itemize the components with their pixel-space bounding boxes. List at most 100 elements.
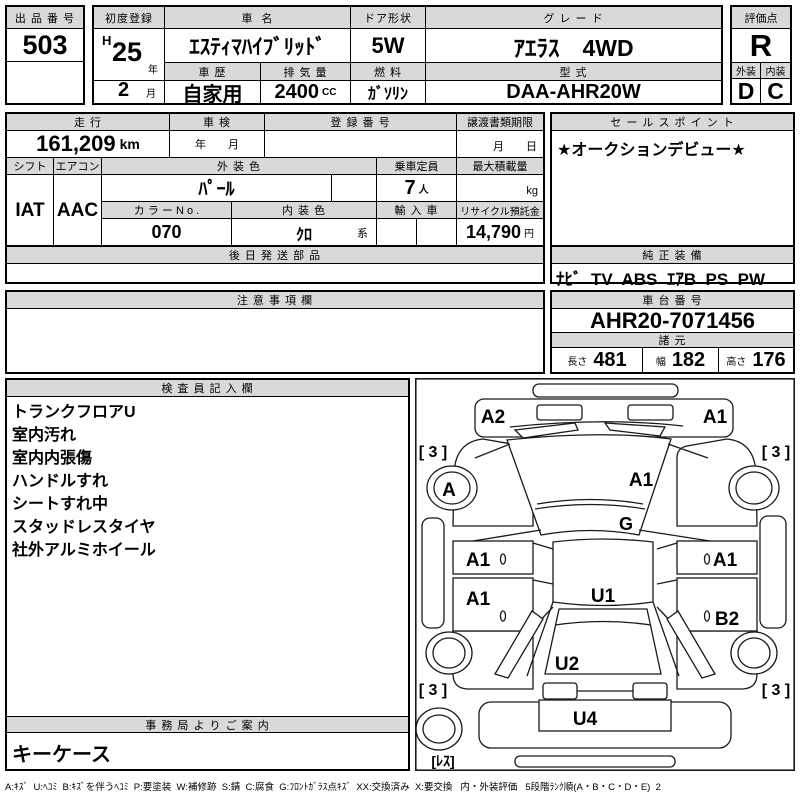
inspector-label: 検 査 員 記 入 欄 bbox=[7, 380, 408, 397]
equipment-box: 純 正 装 備 ﾅﾋﾞ TV ABS ｴｱB PS PW bbox=[550, 245, 795, 289]
interior-color-name: ｸﾛ bbox=[295, 226, 312, 244]
rear-right-wheel-inner bbox=[737, 637, 771, 669]
inspector-line: シートすれ中 bbox=[12, 496, 109, 513]
model-code-value: DAA-AHR20W bbox=[506, 80, 641, 103]
grade-label: グ レ ー ド bbox=[426, 7, 721, 29]
model-code-label: 型 式 bbox=[426, 63, 721, 81]
car-name-label: 車 名 bbox=[165, 7, 351, 29]
displacement-value: 2400 CC bbox=[261, 81, 351, 103]
capacity-unit: 人 bbox=[418, 184, 429, 196]
sales-point-box: セ ー ル ス ポ イ ン ト ★オークションデビュー★ bbox=[550, 112, 795, 248]
front-bumper-bar bbox=[532, 383, 679, 398]
inspector-line: 室内汚れ bbox=[12, 427, 77, 444]
inspector-lines: トランクフロアU 室内汚れ 室内内張傷 ハンドルすれ シートすれ中 スタッドレス… bbox=[12, 401, 406, 562]
chassis-value: AHR20-7071456 bbox=[552, 308, 793, 333]
front-right-wheel-inner bbox=[735, 471, 773, 505]
front-panel bbox=[474, 398, 734, 438]
auction-sheet: 出 品 番 号 503 初度登録 車 名 ドア形状 グ レ ー ド H 25 年… bbox=[0, 0, 800, 800]
notes-label: 注 意 事 項 欄 bbox=[7, 292, 543, 309]
mileage-number: 161,209 bbox=[36, 131, 116, 156]
front-left-panel-code: A2 bbox=[481, 407, 505, 428]
displacement-number: 2400 bbox=[274, 80, 320, 103]
first-reg-month-value: 2 bbox=[118, 79, 130, 101]
equipment-label: 純 正 装 備 bbox=[552, 247, 793, 264]
door-shape-label: ドア形状 bbox=[351, 7, 426, 29]
interior-color-suffix: 系 bbox=[357, 228, 368, 240]
inspector-line: 社外アルミホイール bbox=[12, 542, 156, 559]
right-sill bbox=[759, 515, 787, 629]
lot-number: 503 bbox=[7, 29, 83, 62]
damage-diagram: A2 A1 A1 G A A1 A1 U1 A1 B2 U2 U4 [ 3 ] … bbox=[415, 378, 795, 771]
fuel-label: 燃 料 bbox=[351, 63, 426, 81]
inspector-line: ハンドルすれ bbox=[12, 473, 109, 490]
registration-number-label: 登 録 番 号 bbox=[265, 114, 457, 131]
height-value: 176 bbox=[752, 348, 786, 371]
left-sill bbox=[421, 517, 445, 629]
front-left-wheel-code: A bbox=[442, 480, 456, 501]
door-shape-value: 5W bbox=[351, 29, 426, 63]
transfer-deadline-label: 譲渡書類期限 bbox=[457, 114, 543, 131]
right-rear-door-code: B2 bbox=[715, 609, 739, 630]
exterior-score: D bbox=[732, 78, 761, 104]
recycle-unit: 円 bbox=[524, 229, 535, 240]
displacement-label: 排 気 量 bbox=[261, 63, 351, 81]
rear-lower-code: U4 bbox=[573, 709, 598, 730]
front-left-lamp bbox=[536, 404, 583, 421]
length-label: 長さ bbox=[567, 356, 588, 368]
spec-width: 幅 182 bbox=[643, 348, 719, 372]
inspector-line: 室内内張傷 bbox=[12, 450, 93, 467]
equipment-text: ﾅﾋﾞ TV ABS ｴｱB PS PW bbox=[556, 270, 766, 289]
first-reg-month-unit: 月 bbox=[146, 89, 156, 100]
windshield-code: A1 bbox=[629, 470, 654, 491]
ac-label: エアコン bbox=[54, 158, 102, 175]
import-label: 輸 入 車 bbox=[377, 202, 457, 219]
interior-color-value: ｸﾛ 系 bbox=[232, 219, 377, 246]
tailgate-code: U2 bbox=[555, 654, 579, 675]
registration-number-value bbox=[265, 131, 457, 158]
legend: A:ｷｽﾞ U:ﾍｺﾐ B:ｷｽﾞを伴うﾍｺﾐ P:要塗装 W:補修跡 S:錆 … bbox=[5, 782, 661, 793]
left-rear-door-code: A1 bbox=[466, 589, 491, 610]
notes-box: 注 意 事 項 欄 bbox=[5, 290, 545, 374]
recycle-deposit-label: リサイクル預託金 bbox=[457, 202, 543, 219]
grade-value: ｱｴﾗｽ 4WD bbox=[426, 29, 721, 63]
left-front-door-code: A1 bbox=[466, 550, 491, 571]
later-parts-box: 後 日 発 送 部 品 bbox=[5, 245, 545, 284]
right-rear-door-handle bbox=[703, 610, 711, 622]
rear-bumper-bar bbox=[514, 755, 676, 768]
chassis-label: 車 台 番 号 bbox=[552, 292, 793, 309]
capacity-value: 7 人 bbox=[377, 175, 457, 202]
first-registration-year: H 25 年 bbox=[94, 29, 165, 81]
history-value: 自家用 bbox=[165, 81, 261, 106]
first-registration-month: 2 月 bbox=[94, 79, 165, 103]
rear-left-lamp bbox=[542, 682, 578, 700]
front-right-lamp bbox=[627, 404, 674, 421]
lot-box: 出 品 番 号 503 bbox=[5, 5, 85, 105]
score-label: 評価点 bbox=[732, 7, 790, 29]
displacement-unit: CC bbox=[322, 86, 337, 98]
mileage-unit: km bbox=[119, 136, 140, 152]
width-label: 幅 bbox=[655, 356, 666, 368]
max-load-value: kg bbox=[457, 175, 543, 202]
lot-label: 出 品 番 号 bbox=[7, 7, 83, 29]
rear-left-wheel-inner bbox=[432, 637, 466, 669]
inspector-box: 検 査 員 記 入 欄 トランクフロアU 室内汚れ 室内内張傷 ハンドルすれ シ… bbox=[5, 378, 410, 771]
left-front-door-handle bbox=[499, 553, 507, 565]
exterior-color-extra-cell bbox=[332, 175, 377, 202]
recycle-number: 14,790 bbox=[465, 222, 522, 242]
front-right-panel-code: A1 bbox=[703, 407, 728, 428]
shift-value: IAT bbox=[7, 175, 54, 246]
car-name-value: ｴｽﾃｨﾏﾊｲﾌﾞﾘｯﾄﾞ bbox=[165, 29, 351, 63]
mileage-value: 161,209 km bbox=[7, 131, 170, 158]
tire-front-left-code: [ 3 ] bbox=[419, 444, 447, 461]
interior-score: C bbox=[767, 77, 784, 104]
score-value: R bbox=[732, 28, 790, 63]
roof-code: U1 bbox=[591, 586, 616, 607]
recycle-deposit-value: 14,790 円 bbox=[457, 219, 543, 246]
fuel-value: ｶﾞｿﾘﾝ bbox=[351, 81, 426, 103]
max-load-label: 最大積載量 bbox=[457, 158, 543, 175]
tire-front-right-code: [ 3 ] bbox=[762, 444, 790, 461]
transfer-deadline-value: 月 日 bbox=[457, 131, 543, 158]
first-registration-label: 初度登録 bbox=[94, 7, 165, 29]
right-front-door-code: A1 bbox=[713, 550, 738, 571]
color-number-label: カ ラ ー N o . bbox=[102, 202, 232, 219]
